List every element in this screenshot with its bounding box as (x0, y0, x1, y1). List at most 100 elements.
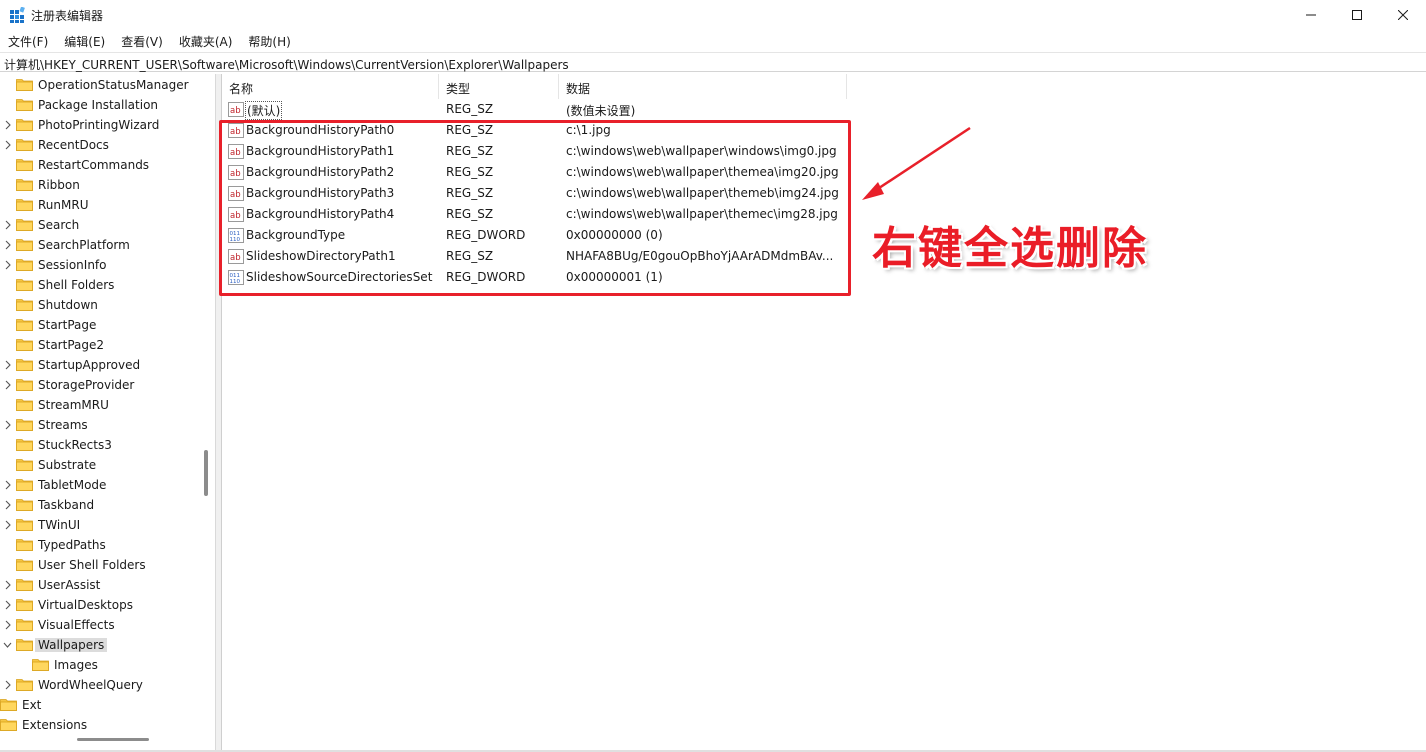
tree-item[interactable]: UserAssist (0, 575, 200, 595)
tree-horizontal-scrollbar[interactable] (77, 738, 149, 741)
tree-item[interactable]: StreamMRU (0, 395, 200, 415)
chevron-right-icon[interactable] (3, 360, 12, 370)
value-data: (数值未设置) (566, 104, 636, 118)
tree-item[interactable]: OperationStatusManager (0, 75, 200, 95)
tree-item[interactable]: TWinUI (0, 515, 200, 535)
chevron-right-icon[interactable] (3, 600, 12, 610)
chevron-right-icon[interactable] (3, 520, 12, 530)
key-tree[interactable]: OperationStatusManager Package Installati… (0, 74, 216, 750)
folder-icon (16, 319, 33, 331)
tree-item-label: StorageProvider (38, 378, 135, 392)
tree-item-label: TypedPaths (38, 538, 106, 552)
menu-view[interactable]: 查看(V) (113, 30, 171, 51)
tree-item[interactable]: VisualEffects (0, 615, 200, 635)
tree-item[interactable]: StartPage (0, 315, 200, 335)
tree-item[interactable]: Streams (0, 415, 200, 435)
close-button[interactable] (1380, 0, 1426, 30)
tree-item-label: RestartCommands (38, 158, 150, 172)
minimize-button[interactable] (1288, 0, 1334, 30)
tree-item[interactable]: StuckRects3 (0, 435, 200, 455)
tree-item-label: StartPage (38, 318, 97, 332)
folder-icon (16, 639, 33, 651)
tree-item[interactable]: VirtualDesktops (0, 595, 200, 615)
tree-item-label: PhotoPrintingWizard (38, 118, 160, 132)
tree-item-label: StartPage2 (38, 338, 104, 352)
address-bar[interactable]: 计算机\HKEY_CURRENT_USER\Software\Microsoft… (0, 52, 1426, 72)
tree-item[interactable]: Ext (0, 695, 200, 715)
chevron-right-icon[interactable] (3, 120, 12, 130)
maximize-button[interactable] (1334, 0, 1380, 30)
chevron-right-icon[interactable] (3, 620, 12, 630)
folder-icon (16, 519, 33, 531)
tree-item[interactable]: StorageProvider (0, 375, 200, 395)
menu-bar: 文件(F) 编辑(E) 查看(V) 收藏夹(A) 帮助(H) (0, 30, 1426, 51)
folder-icon (16, 599, 33, 611)
chevron-right-icon[interactable] (3, 680, 12, 690)
svg-text:ab: ab (230, 106, 241, 116)
folder-icon (16, 239, 33, 251)
tree-item[interactable]: Package Installation (0, 95, 200, 115)
tree-item[interactable]: Ribbon (0, 175, 200, 195)
chevron-right-icon[interactable] (3, 380, 12, 390)
value-row[interactable]: ab (默认) REG_SZ (数值未设置) (222, 99, 862, 120)
tree-item[interactable]: Shutdown (0, 295, 200, 315)
folder-icon (16, 219, 33, 231)
chevron-right-icon[interactable] (3, 480, 12, 490)
tree-item[interactable]: Substrate (0, 455, 200, 475)
folder-icon (16, 199, 33, 211)
tree-item-label: Images (54, 658, 98, 672)
tree-item[interactable]: RecentDocs (0, 135, 200, 155)
tree-item[interactable]: TypedPaths (0, 535, 200, 555)
folder-icon (16, 99, 33, 111)
chevron-right-icon[interactable] (3, 140, 12, 150)
chevron-right-icon[interactable] (3, 580, 12, 590)
tree-item-label: Substrate (38, 458, 97, 472)
tree-item[interactable]: Wallpapers (0, 635, 200, 655)
tree-item[interactable]: WordWheelQuery (0, 675, 200, 695)
column-header-data[interactable]: 数据 (559, 74, 847, 99)
chevron-right-icon[interactable] (3, 500, 12, 510)
tree-item[interactable]: StartPage2 (0, 335, 200, 355)
tree-item[interactable]: SearchPlatform (0, 235, 200, 255)
tree-item[interactable]: RunMRU (0, 195, 200, 215)
tree-item[interactable]: StartupApproved (0, 355, 200, 375)
chevron-right-icon[interactable] (3, 260, 12, 270)
menu-favorites[interactable]: 收藏夹(A) (171, 30, 241, 51)
tree-item[interactable]: PhotoPrintingWizard (0, 115, 200, 135)
tree-item-label: SearchPlatform (38, 238, 130, 252)
column-header-type[interactable]: 类型 (439, 74, 559, 99)
tree-item-label: OperationStatusManager (38, 78, 189, 92)
chevron-down-icon[interactable] (3, 640, 12, 650)
tree-item[interactable]: Images (0, 655, 200, 675)
folder-icon (0, 719, 17, 731)
window-title: 注册表编辑器 (31, 9, 104, 23)
tree-item-label: RunMRU (38, 198, 89, 212)
folder-icon (16, 579, 33, 591)
menu-edit[interactable]: 编辑(E) (56, 30, 113, 51)
tree-item-label: Shell Folders (38, 278, 115, 292)
folder-icon (16, 439, 33, 451)
tree-item[interactable]: Taskband (0, 495, 200, 515)
folder-icon (0, 699, 17, 711)
tree-item-label: User Shell Folders (38, 558, 146, 572)
chevron-right-icon[interactable] (3, 240, 12, 250)
folder-icon (16, 299, 33, 311)
column-header-name[interactable]: 名称 (222, 74, 439, 99)
folder-icon (16, 499, 33, 511)
menu-file[interactable]: 文件(F) (0, 30, 56, 51)
tree-item[interactable]: TabletMode (0, 475, 200, 495)
tree-vertical-scrollbar[interactable] (204, 450, 208, 496)
tree-item[interactable]: Extensions (0, 715, 200, 735)
chevron-right-icon[interactable] (3, 220, 12, 230)
tree-item[interactable]: Search (0, 215, 200, 235)
folder-icon (16, 279, 33, 291)
tree-item[interactable]: Shell Folders (0, 275, 200, 295)
registry-editor-icon (10, 7, 25, 23)
tree-item[interactable]: SessionInfo (0, 255, 200, 275)
menu-help[interactable]: 帮助(H) (240, 30, 298, 51)
tree-item-label: SessionInfo (38, 258, 107, 272)
tree-item[interactable]: User Shell Folders (0, 555, 200, 575)
tree-item[interactable]: RestartCommands (0, 155, 200, 175)
highlight-box (219, 120, 851, 296)
chevron-right-icon[interactable] (3, 420, 12, 430)
